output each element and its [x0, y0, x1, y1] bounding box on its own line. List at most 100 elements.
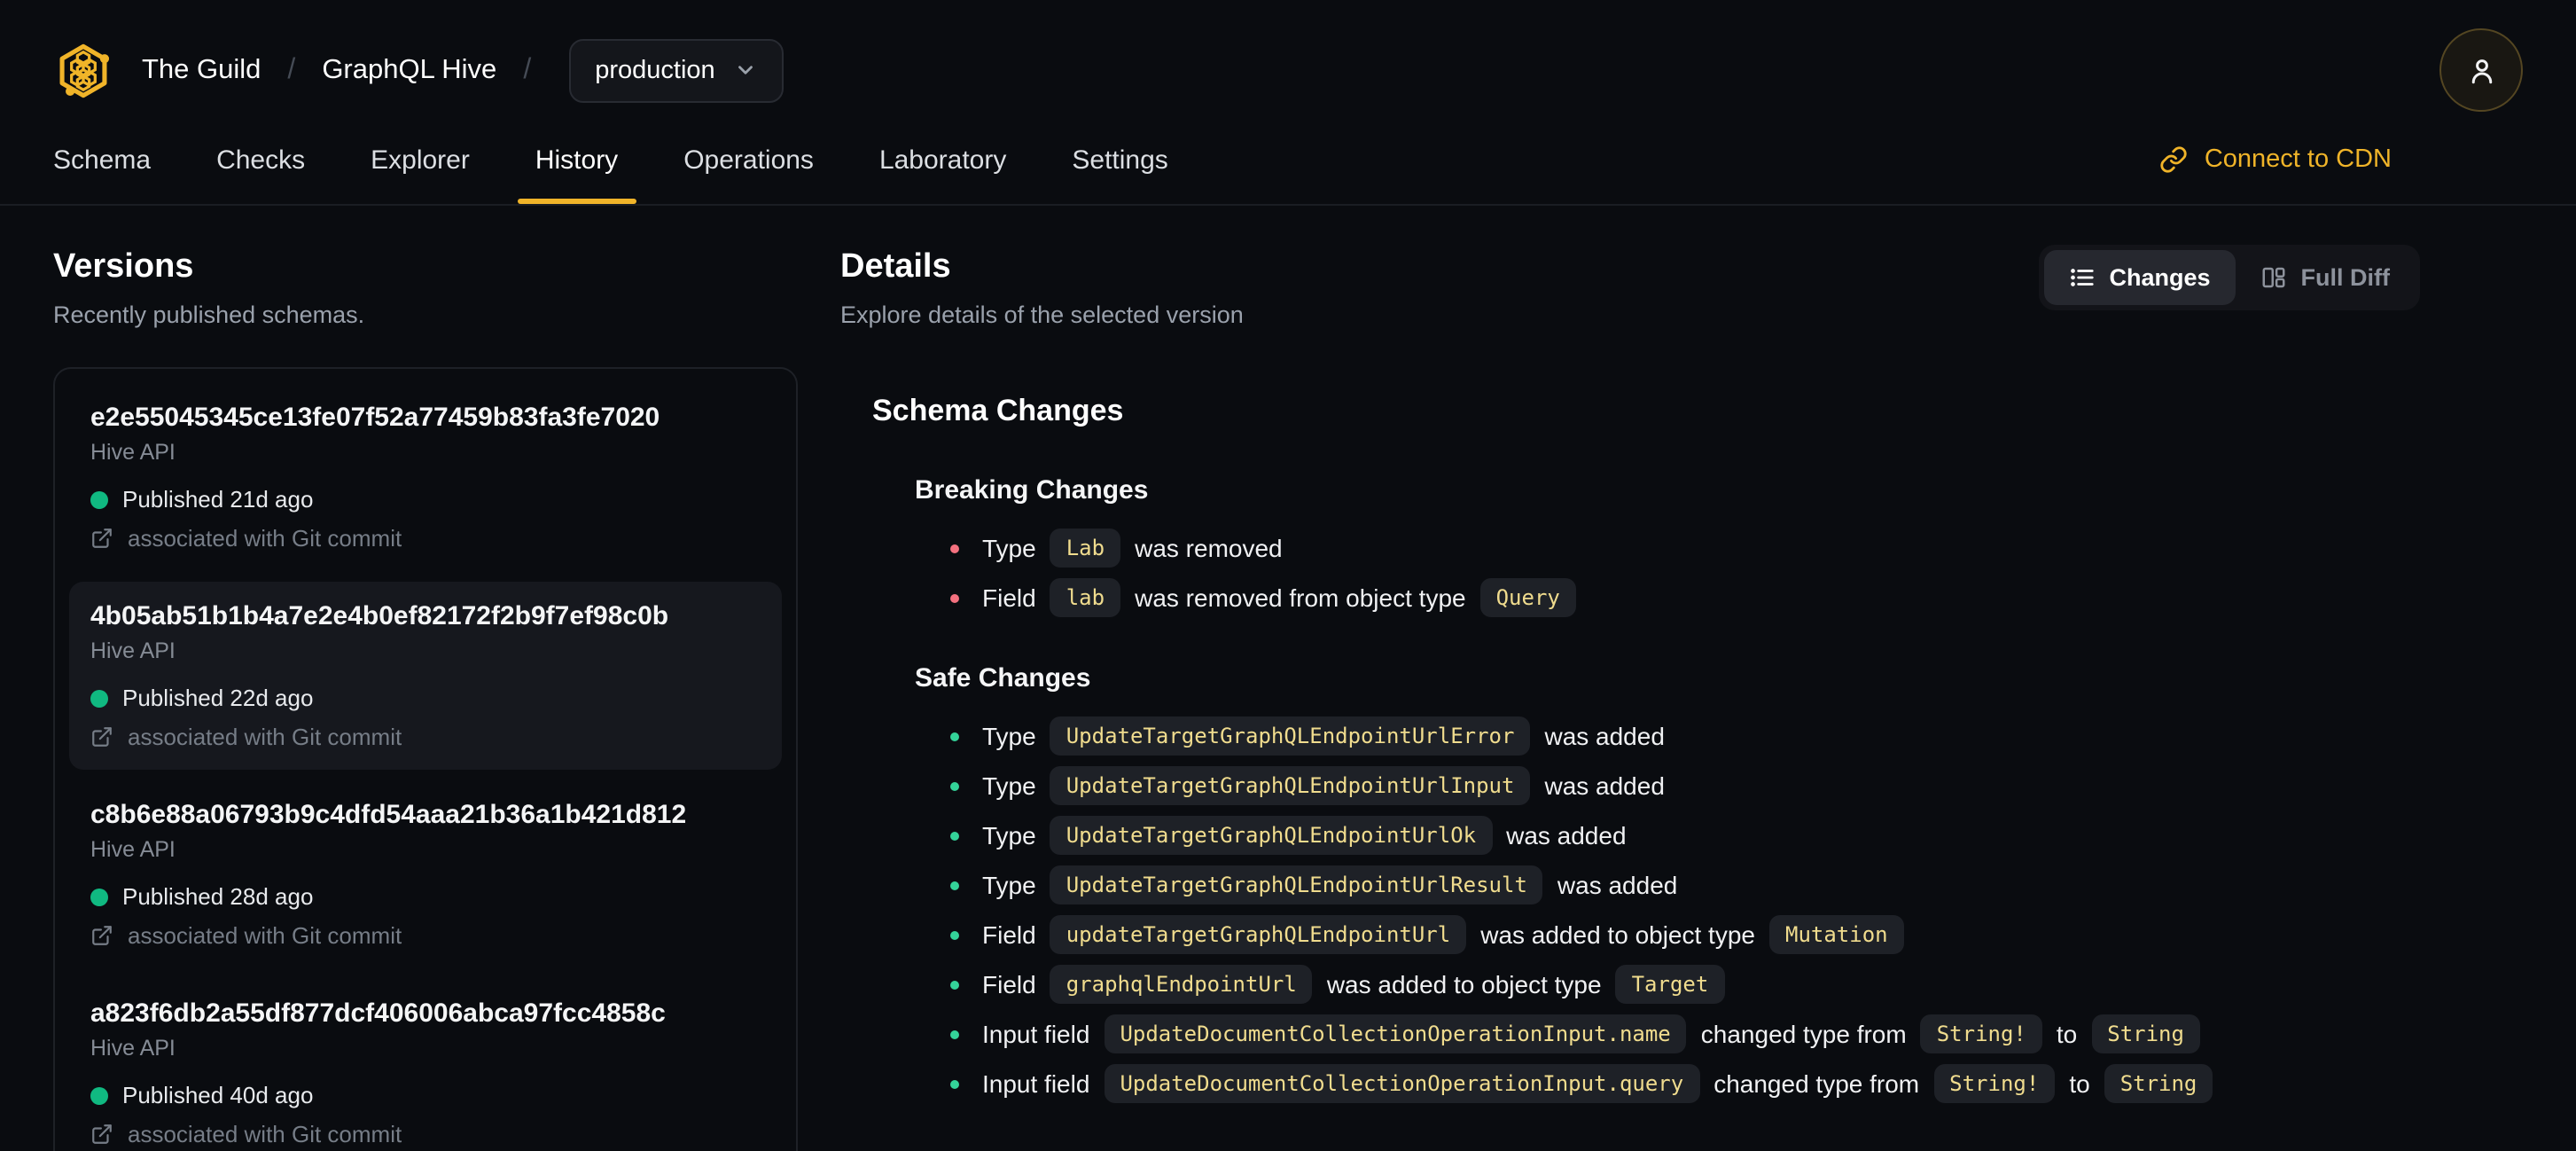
breadcrumb-project[interactable]: GraphQL Hive [322, 54, 496, 86]
connect-to-cdn-label: Connect to CDN [2204, 145, 2392, 174]
external-link-icon [92, 1124, 112, 1144]
tab-laboratory[interactable]: Laboratory [879, 115, 1006, 204]
change-text: Type [982, 871, 1036, 899]
change-text: Input field [982, 1020, 1090, 1048]
details-header: Details Explore details of the selected … [840, 206, 2420, 332]
version-card[interactable]: e2e55045345ce13fe07f52a77459b83fa3fe7020… [69, 383, 782, 571]
schema-changes-section: Schema Changes Breaking Changes Type Lab wa… [840, 392, 2420, 1105]
change-text: Input field [982, 1069, 1090, 1098]
code-badge: updateTargetGraphQLEndpointUrl [1050, 915, 1467, 954]
tab-checks[interactable]: Checks [216, 115, 305, 204]
code-badge: String [2091, 1014, 2200, 1053]
external-link-icon [92, 529, 112, 548]
breaking-bullet-icon [950, 544, 959, 552]
published-text: Published 28d ago [122, 883, 314, 910]
git-commit-text: associated with Git commit [128, 922, 402, 949]
code-badge: String! [1920, 1014, 2042, 1053]
change-text: was added [1544, 722, 1665, 750]
user-avatar-button[interactable] [2439, 28, 2523, 112]
git-commit-link[interactable]: associated with Git commit [90, 922, 761, 949]
view-mode-toggle: Changes Full Diff [2038, 245, 2420, 310]
change-item: Type UpdateTargetGraphQLEndpointUrlResult… [950, 864, 2420, 906]
change-item: Field graphqlEndpointUrl was added to obje… [950, 963, 2420, 1006]
code-badge: String! [1933, 1064, 2056, 1103]
change-sections: Breaking Changes Type Lab was removed Field l… [872, 474, 2420, 1105]
details-title: Details [840, 248, 951, 286]
change-item: Field updateTargetGraphQLEndpointUrl was a… [950, 913, 2420, 956]
change-text: Type [982, 722, 1036, 750]
safe-bullet-icon [950, 781, 959, 790]
breaking-changes-title: Breaking Changes [915, 475, 1149, 505]
version-published-row: Published 21d ago [90, 486, 761, 513]
version-service: Hive API [90, 440, 176, 465]
version-published-row: Published 22d ago [90, 685, 761, 711]
git-commit-link[interactable]: associated with Git commit [90, 724, 761, 750]
breadcrumb-org[interactable]: The Guild [142, 54, 261, 86]
tab-operations[interactable]: Operations [683, 115, 814, 204]
code-badge: UpdateDocumentCollectionOperationInput.q… [1104, 1064, 1700, 1103]
version-hash: 4b05ab51b1b4a7e2e4b0ef82172f2b9f7ef98c0b [90, 601, 669, 631]
tab-history[interactable]: History [517, 115, 636, 204]
details-panel: Details Explore details of the selected … [840, 206, 2523, 1151]
change-text: Field [982, 970, 1036, 998]
hive-logo-icon[interactable] [53, 40, 113, 100]
code-badge: Target [1615, 965, 1725, 1004]
safe-bullet-icon [950, 881, 959, 889]
change-item: Type UpdateTargetGraphQLEndpointUrlError w… [950, 715, 2420, 757]
version-card[interactable]: 4b05ab51b1b4a7e2e4b0ef82172f2b9f7ef98c0b… [69, 582, 782, 770]
version-published-row: Published 28d ago [90, 883, 761, 910]
tab-schema[interactable]: Schema [53, 115, 151, 204]
header: The Guild / GraphQL Hive / production Sc… [0, 0, 2576, 206]
change-item: Field lab was removed from object type Quer… [950, 576, 2420, 619]
change-item: Type Lab was removed [950, 527, 2420, 569]
versions-title: Versions [53, 248, 194, 286]
version-list: e2e55045345ce13fe07f52a77459b83fa3fe7020… [53, 367, 798, 1151]
change-text: Field [982, 583, 1036, 612]
code-badge: UpdateTargetGraphQLEndpointUrlInput [1050, 766, 1531, 805]
version-card[interactable]: a823f6db2a55df877dcf406006abca97fcc4858c… [69, 979, 782, 1151]
breadcrumb-separator: / [287, 54, 296, 84]
version-hash: c8b6e88a06793b9c4dfd54aaa21b36a1b421d812 [90, 800, 687, 830]
tab-settings[interactable]: Settings [1072, 115, 1167, 204]
safe-bullet-icon [950, 1030, 959, 1038]
change-text: changed type from [1713, 1069, 1920, 1098]
change-text: Field [982, 920, 1036, 949]
nav-tabs: Schema Checks Explorer History Operations Lab… [0, 115, 2576, 204]
breaking-changes-list: Type Lab was removed Field lab was removed fr… [915, 527, 2420, 619]
app-window: The Guild / GraphQL Hive / production Sc… [0, 0, 2576, 1151]
external-link-icon [92, 727, 112, 747]
version-hash: e2e55045345ce13fe07f52a77459b83fa3fe7020 [90, 403, 660, 433]
version-published-row: Published 40d ago [90, 1082, 761, 1108]
safe-bullet-icon [950, 831, 959, 840]
change-text: was added [1506, 821, 1627, 850]
change-item: Input field UpdateDocumentCollectionOpera… [950, 1062, 2420, 1105]
target-selector-dropdown[interactable]: production [568, 38, 785, 102]
version-card[interactable]: c8b6e88a06793b9c4dfd54aaa21b36a1b421d812… [69, 780, 782, 968]
published-text: Published 22d ago [122, 685, 314, 711]
change-text: to [2069, 1069, 2090, 1098]
target-selector-value: production [595, 56, 715, 84]
code-badge: Lab [1050, 529, 1121, 568]
tab-explorer[interactable]: Explorer [371, 115, 470, 204]
change-item: Type UpdateTargetGraphQLEndpointUrlOk was … [950, 814, 2420, 857]
git-commit-link[interactable]: associated with Git commit [90, 1121, 761, 1147]
change-text: was added to object type [1326, 970, 1602, 998]
view-mode-changes[interactable]: Changes [2043, 250, 2236, 305]
view-mode-full-diff[interactable]: Full Diff [2236, 250, 2416, 305]
safe-bullet-icon [950, 1079, 959, 1088]
link-icon [2161, 146, 2188, 173]
change-text: was added [1557, 871, 1678, 899]
change-text: was added [1544, 771, 1665, 800]
git-commit-link[interactable]: associated with Git commit [90, 525, 761, 552]
change-text: to [2056, 1020, 2078, 1048]
code-badge: UpdateTargetGraphQLEndpointUrlResult [1050, 865, 1543, 904]
git-commit-text: associated with Git commit [128, 525, 402, 552]
view-mode-label: Full Diff [2300, 264, 2391, 291]
header-top-row: The Guild / GraphQL Hive / production [0, 0, 2576, 115]
code-badge: Mutation [1769, 915, 1904, 954]
versions-subtitle: Recently published schemas. [53, 301, 365, 328]
change-item: Type UpdateTargetGraphQLEndpointUrlInput w… [950, 764, 2420, 807]
connect-to-cdn-button[interactable]: Connect to CDN [2160, 145, 2392, 174]
published-text: Published 21d ago [122, 486, 314, 513]
details-subtitle: Explore details of the selected version [840, 301, 1244, 328]
